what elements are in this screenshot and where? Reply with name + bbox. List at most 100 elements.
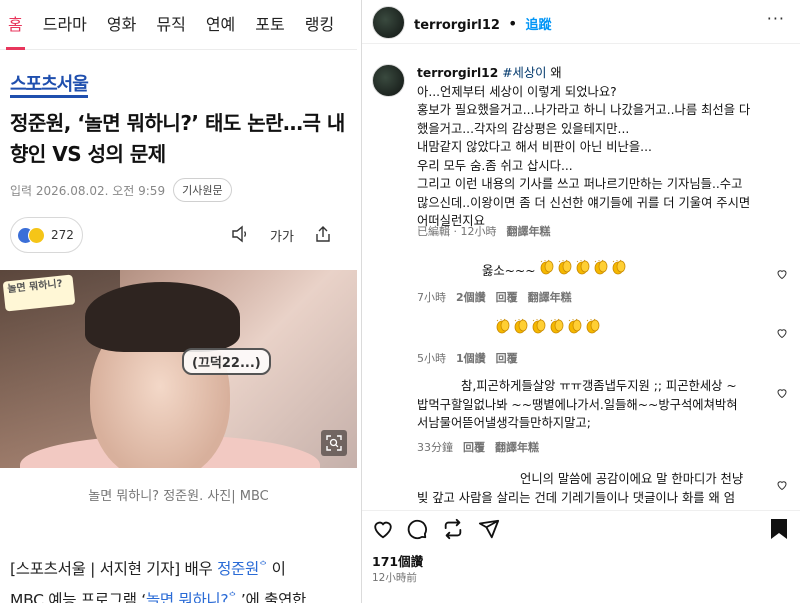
person-link[interactable]: 정준원: [217, 560, 259, 578]
bookmark-icon[interactable]: [769, 518, 789, 544]
translate-button[interactable]: 翻譯年糕: [495, 441, 539, 454]
like-icon[interactable]: [372, 518, 394, 544]
body-text-segment: [스포츠서울 | 서지현 기자] 배우: [10, 560, 218, 579]
comment-line: 서남물어뜯어낼생각들만하지말고;: [417, 416, 591, 430]
comment-likes[interactable]: 1個讚: [456, 352, 486, 365]
post-time: 12小時前: [372, 572, 417, 584]
reaction-count: 272: [51, 228, 74, 242]
clapping-hands-icons: [495, 318, 601, 334]
comment-line: 밥먹구할일없나봐 ~~땡볕에나가서.일들해~~방구석에쳐박혀: [417, 397, 738, 412]
caption-line: 아...언제부터 세상이 이렇게 되었나요?: [417, 84, 617, 99]
news-article-panel: 홈 드라마 영화 뮤직 연예 포토 랭킹 스포츠서울 정준원, ‘놀면 뭐하니?…: [0, 0, 357, 603]
comment-line: 빚 갚고 사람을 살리는 건데 기레기들이나 댓글이나 화를 왜 엄: [417, 490, 736, 505]
body-text-segment: 이: [266, 560, 286, 579]
nav-tab-home[interactable]: 홈: [6, 0, 25, 50]
caption-line: 했을거고...각자의 감상평은 있을테지만...: [417, 121, 630, 136]
clapping-hands-icon: [532, 318, 546, 334]
search-icon: ᅌ: [258, 561, 267, 571]
comment-time[interactable]: 5小時: [417, 352, 446, 365]
clapping-hands-icon: [568, 318, 582, 334]
separator-dot: •: [508, 14, 518, 33]
instagram-post-panel: terrorgirl12 • 追蹤 ··· terrorgirl12 #세상이 …: [361, 0, 800, 603]
program-link[interactable]: 놀면 뭐하니?: [146, 591, 229, 603]
heart-icon[interactable]: [776, 476, 788, 495]
separator-dot: ·: [450, 225, 461, 238]
clapping-hands-icon: [613, 259, 626, 275]
caption-username[interactable]: terrorgirl12: [417, 66, 498, 80]
comment-item: 언니의 말씀에 공감이에요 말 한마디가 천냥 빚 갚고 사람을 살리는 건데 …: [417, 470, 777, 507]
clapping-hands-icon: [496, 318, 510, 334]
comment-item: 참,피곤하게들살앙 ㅠㅠ갱좀냅두지원 ;; 피곤한세상 ~ 밥먹구할일없나봐 ~…: [417, 377, 777, 455]
comment-icon[interactable]: [406, 518, 428, 544]
heart-icon[interactable]: [776, 384, 788, 403]
photo-caption: 놀면 뭐하니? 정준원. 사진| MBC: [88, 489, 269, 504]
article-photo[interactable]: 놀면 뭐하니? (끄덕22...): [0, 270, 357, 468]
reply-button[interactable]: 回覆: [496, 352, 518, 365]
caption-line: 홍보가 필요했을거고...나가라고 하니 나갔을거고..나름 최선을 다: [417, 103, 751, 117]
body-text-segment: ’에 출연한: [236, 591, 307, 603]
translate-button[interactable]: 翻譯年糕: [528, 291, 572, 304]
nav-tab-photo[interactable]: 포토: [255, 0, 284, 50]
nav-tab-ranking[interactable]: 랭킹: [305, 0, 334, 50]
repost-icon[interactable]: [442, 518, 464, 544]
comment-item: 옳소~~~ 7小時 2個讚 回覆 翻譯年糕: [417, 259, 777, 305]
comment-item: 5小時 1個讚 回覆: [417, 318, 777, 366]
photo-subtitle: (끄덕22...): [182, 348, 271, 375]
post-action-bar: [362, 510, 800, 546]
edited-label: 已編輯: [417, 225, 450, 238]
hashtag-link[interactable]: #세상이: [502, 66, 546, 80]
clapping-hands-icon: [595, 259, 608, 275]
article-date: 입력 2026.08.02. 오전 9:59: [10, 183, 166, 198]
heart-icon[interactable]: [776, 265, 788, 284]
nav-tab-entertainment[interactable]: 연예: [206, 0, 235, 50]
post-username[interactable]: terrorgirl12: [414, 18, 500, 33]
zoom-icon[interactable]: [321, 430, 347, 456]
article-body: [스포츠서울 | 서지현 기자] 배우 정준원ᅌ 이 MBC 예능 프로그램 ‘…: [10, 552, 355, 603]
caption-meta: 已編輯 · 12小時 翻譯年糕: [417, 223, 551, 239]
heart-icon[interactable]: [776, 324, 788, 343]
caption-time[interactable]: 12小時: [461, 225, 497, 238]
nav-tab-movie[interactable]: 영화: [107, 0, 136, 50]
clapping-hands-icon: [514, 318, 528, 334]
body-text-segment: MBC 예능 프로그램 ‘: [10, 591, 146, 603]
clapping-hands-icon: [577, 259, 590, 275]
comment-line: 언니의 말씀에 공감이에요 말 한마디가 천냥: [520, 472, 744, 486]
nav-tab-music[interactable]: 뮤직: [156, 0, 185, 50]
original-article-button[interactable]: 기사원문: [173, 178, 232, 202]
more-options-icon[interactable]: ···: [767, 11, 785, 27]
comment-line: 참,피곤하게들살앙 ㅠㅠ갱좀냅두지원 ;; 피곤한세상 ~: [461, 379, 737, 393]
caption-text: 왜: [546, 66, 562, 80]
follow-button[interactable]: 追蹤: [526, 18, 552, 33]
article-headline: 정준원, ‘놀면 뭐하니?’ 태도 논란…극 내향인 VS 성의 문제: [10, 111, 345, 166]
caption-line: 내맘같지 않았다고 해서 비판이 아닌 비난을...: [417, 140, 652, 154]
avatar[interactable]: [372, 6, 405, 39]
reply-button[interactable]: 回覆: [463, 441, 485, 454]
clapping-hands-icon: [586, 318, 600, 334]
clapping-hands-icon: [541, 259, 554, 275]
share-icon[interactable]: [314, 225, 332, 247]
category-nav: 홈 드라마 영화 뮤직 연예 포토 랭킹: [0, 0, 357, 50]
press-logo[interactable]: 스포츠서울: [10, 76, 89, 98]
caption-line: 그리고 이런 내용의 기사를 쓰고 퍼나르기만하는 기자님들..수고: [417, 177, 743, 191]
nav-tab-drama[interactable]: 드라마: [43, 0, 87, 50]
reaction-button[interactable]: 272: [10, 217, 83, 253]
comment-text: 옳소~~~: [482, 264, 536, 278]
comment-likes[interactable]: 2個讚: [456, 291, 486, 304]
caption-body: terrorgirl12 #세상이 왜 아...언제부터 세상이 이렇게 되었나…: [417, 64, 787, 231]
avatar[interactable]: [372, 64, 405, 97]
smile-emoji-icon: [28, 226, 45, 244]
like-count[interactable]: 171個讚: [372, 551, 423, 570]
comment-time[interactable]: 33分鐘: [417, 441, 453, 454]
translate-button[interactable]: 翻譯年糕: [507, 225, 551, 238]
clapping-hands-icon: [550, 318, 564, 334]
caption-line: 많으신데..이왕이면 좀 더 신선한 얘기들에 귀를 더 기울여 주시면: [417, 195, 751, 210]
clapping-hands-icons: [539, 259, 627, 275]
comment-time[interactable]: 7小時: [417, 291, 446, 304]
share-icon[interactable]: [478, 518, 500, 544]
speaker-icon[interactable]: [231, 225, 249, 247]
reply-button[interactable]: 回覆: [496, 291, 518, 304]
font-size-icon[interactable]: 가가: [270, 226, 294, 245]
article-meta: 입력 2026.08.02. 오전 9:59 기사원문: [10, 178, 232, 202]
photo-hair: [85, 282, 240, 352]
clapping-hands-icon: [559, 259, 572, 275]
